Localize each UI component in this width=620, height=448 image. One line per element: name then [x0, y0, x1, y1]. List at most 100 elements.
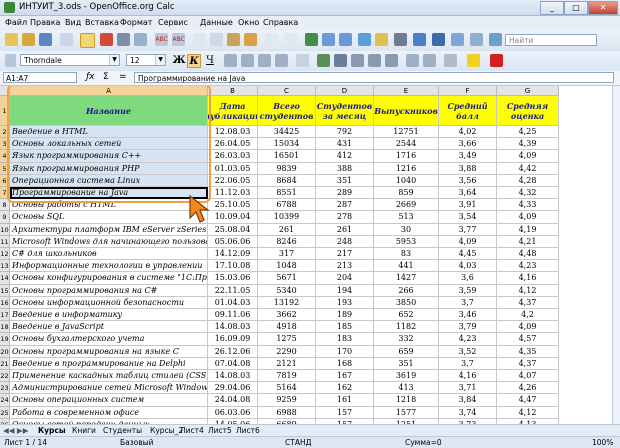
sort-descending-icon[interactable]	[339, 33, 352, 46]
data-cell[interactable]: 7819	[258, 370, 316, 383]
data-cell[interactable]: 2669	[374, 199, 439, 212]
data-cell[interactable]: 4,35	[497, 345, 559, 358]
data-cell[interactable]: 4,47	[497, 394, 559, 407]
data-cell[interactable]: 1275	[258, 333, 316, 346]
data-cell[interactable]: 859	[374, 187, 439, 200]
data-cell[interactable]: 01.04.03	[208, 296, 258, 309]
edit-file-icon[interactable]	[80, 33, 95, 48]
data-cell[interactable]: 4,02	[439, 126, 497, 139]
data-cell[interactable]: 4,25	[497, 126, 559, 139]
data-cell[interactable]: 2121	[258, 357, 316, 370]
column-header-f[interactable]: F	[439, 86, 497, 96]
row-header[interactable]: 8	[0, 199, 10, 212]
menu-edit[interactable]: Правка	[30, 18, 60, 27]
data-cell[interactable]: 14.08.03	[208, 321, 258, 334]
italic-button[interactable]: К	[187, 54, 201, 68]
data-cell[interactable]: 1716	[374, 150, 439, 163]
row-header[interactable]: 3	[0, 138, 10, 151]
data-cell[interactable]: 185	[316, 321, 374, 334]
row-header[interactable]: 20	[0, 345, 10, 358]
header-cell[interactable]: Всего студентов	[258, 96, 316, 126]
column-header-g[interactable]: G	[497, 86, 559, 96]
data-cell[interactable]: 8246	[258, 235, 316, 248]
data-cell[interactable]: 1427	[374, 272, 439, 285]
data-cell[interactable]: 4,26	[497, 382, 559, 395]
data-cell[interactable]: 317	[258, 248, 316, 261]
course-name-cell[interactable]: Основы бухгалтерского учета	[10, 333, 208, 346]
data-cell[interactable]: 2290	[258, 345, 316, 358]
menu-window[interactable]: Окно	[238, 18, 259, 27]
data-cell[interactable]: 1577	[374, 406, 439, 419]
underline-button[interactable]: Ч	[203, 54, 217, 68]
course-name-cell[interactable]: Введение в программирование на Delphi	[10, 357, 208, 370]
data-cell[interactable]: 278	[316, 211, 374, 224]
menu-insert[interactable]: Вставка	[85, 18, 119, 27]
data-cell[interactable]: 4,57	[497, 333, 559, 346]
data-cell[interactable]: 26.12.06	[208, 345, 258, 358]
data-cell[interactable]: 4,16	[439, 370, 497, 383]
row-header[interactable]: 10	[0, 223, 10, 236]
data-cell[interactable]: 3619	[374, 370, 439, 383]
data-cell[interactable]: 3850	[374, 296, 439, 309]
course-name-cell[interactable]: Основы SQL	[10, 211, 208, 224]
data-cell[interactable]: 3,56	[439, 174, 497, 187]
data-cell[interactable]: 3,71	[439, 382, 497, 395]
print-preview-icon[interactable]	[134, 33, 147, 46]
select-all-corner[interactable]	[0, 86, 10, 96]
data-cell[interactable]: 3662	[258, 309, 316, 322]
data-cell[interactable]: 287	[316, 199, 374, 212]
copy-icon[interactable]	[210, 33, 223, 46]
column-header-e[interactable]: E	[374, 86, 439, 96]
data-cell[interactable]: 12751	[374, 126, 439, 139]
selection-mode[interactable]: СТАНД	[285, 438, 311, 447]
course-name-cell[interactable]: Основы работы с HTML	[10, 199, 208, 212]
data-cell[interactable]: 1182	[374, 321, 439, 334]
data-cell[interactable]: 4,03	[439, 260, 497, 273]
minimize-button[interactable]: _	[540, 1, 564, 15]
data-cell[interactable]: 3,84	[439, 394, 497, 407]
data-cell[interactable]: 26.03.03	[208, 150, 258, 163]
data-cell[interactable]: 14.08.03	[208, 370, 258, 383]
undo-icon[interactable]	[265, 33, 278, 46]
data-cell[interactable]: 4,45	[439, 248, 497, 261]
redo-icon[interactable]	[284, 33, 297, 46]
data-cell[interactable]: 26.04.05	[208, 138, 258, 151]
data-cell[interactable]: 24.04.08	[208, 394, 258, 407]
data-cell[interactable]: 3,6	[439, 272, 497, 285]
menu-view[interactable]: Вид	[65, 18, 81, 27]
data-cell[interactable]: 9259	[258, 394, 316, 407]
row-header[interactable]: 23	[0, 382, 10, 395]
data-cell[interactable]: 8551	[258, 187, 316, 200]
data-cell[interactable]: 4,16	[497, 272, 559, 285]
gallery-icon[interactable]	[451, 33, 464, 46]
data-cell[interactable]: 3,46	[439, 309, 497, 322]
course-name-cell[interactable]: Администрирование сетей Microsoft Window…	[10, 382, 208, 395]
data-cell[interactable]: 412	[316, 150, 374, 163]
menu-tools[interactable]: Сервис	[158, 18, 188, 27]
data-cell[interactable]: 4,12	[497, 284, 559, 297]
course-name-cell[interactable]: Программирование на Java	[10, 187, 208, 200]
data-cell[interactable]: 5953	[374, 235, 439, 248]
data-cell[interactable]: 3,74	[439, 406, 497, 419]
data-cell[interactable]: 25.08.04	[208, 223, 258, 236]
tab-list6[interactable]: Лист6	[236, 426, 260, 435]
chevron-down-icon[interactable]: ▼	[109, 55, 119, 65]
chart-icon[interactable]	[358, 33, 371, 46]
data-cell[interactable]: 659	[374, 345, 439, 358]
data-cell[interactable]: 17.10.08	[208, 260, 258, 273]
course-name-cell[interactable]: Основы конфигурирования в системе "1С:Пр…	[10, 272, 208, 285]
autospellcheck-icon[interactable]: ABC	[172, 33, 185, 46]
data-cell[interactable]: 6988	[258, 406, 316, 419]
bold-button[interactable]: Ж	[172, 54, 186, 68]
data-cell[interactable]: 4,19	[497, 223, 559, 236]
merge-cells-icon[interactable]	[296, 54, 309, 67]
hyperlink-icon[interactable]	[305, 33, 318, 46]
tab-kursy[interactable]: Курсы	[38, 426, 66, 435]
header-cell[interactable]: Средний балл	[439, 96, 497, 126]
data-cell[interactable]: 157	[316, 406, 374, 419]
data-cell[interactable]: 217	[316, 248, 374, 261]
data-cell[interactable]: 431	[316, 138, 374, 151]
course-name-cell[interactable]: Архитектура платформ IBM eServer zSeries	[10, 223, 208, 236]
data-cell[interactable]: 4,21	[497, 235, 559, 248]
align-center-icon[interactable]	[241, 54, 254, 67]
